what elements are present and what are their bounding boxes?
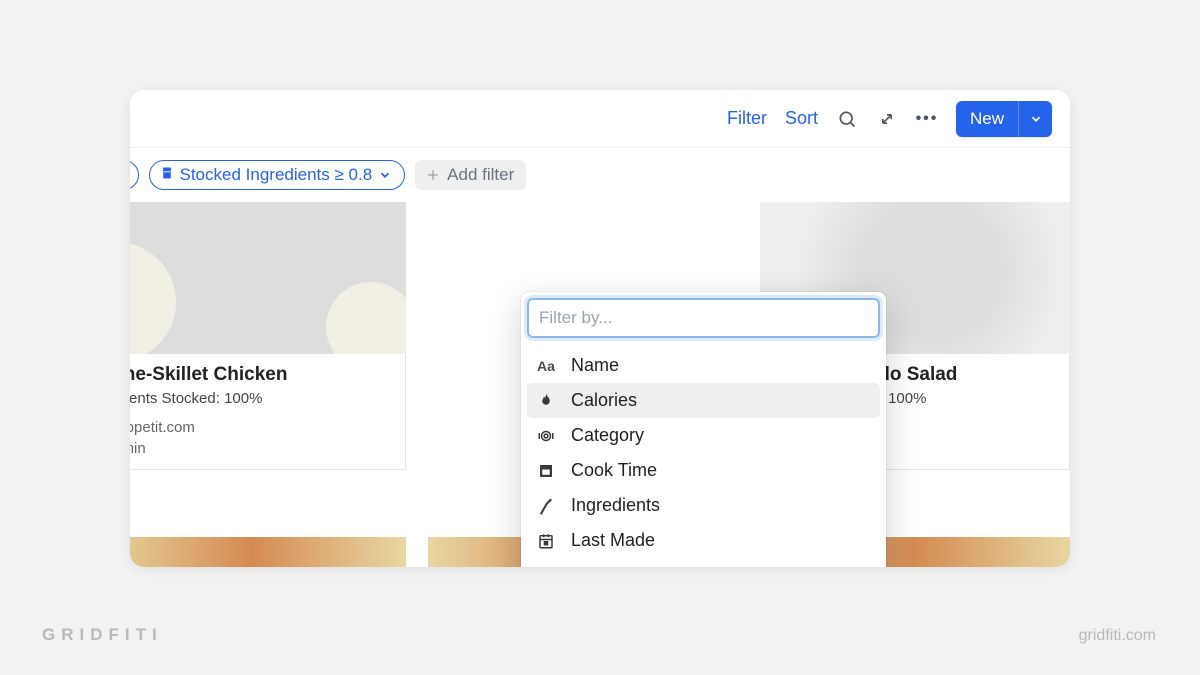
filter-option-label: Calories [571, 390, 637, 411]
recipe-title: One-Skillet Chicken [130, 364, 393, 386]
more-icon[interactable]: ••• [916, 108, 938, 130]
arrow-icon [535, 567, 557, 568]
filter-bar: s Stocked Ingredients ≥ 0.8 Add filter [130, 148, 1070, 202]
filter-option-category[interactable]: Category [527, 418, 880, 453]
plus-icon [425, 167, 441, 183]
expand-icon[interactable] [876, 108, 898, 130]
filter-option-label: Meal Plan [571, 565, 651, 567]
recipe-card[interactable]: One-Skillet Chicken edients Stocked: 100… [130, 202, 406, 472]
calendar-icon [535, 532, 557, 550]
recipe-photo [130, 202, 406, 354]
text-icon: Aa [535, 358, 557, 374]
add-filter-label: Add filter [447, 165, 514, 185]
filter-by-search-input[interactable] [527, 298, 880, 338]
filter-option-meal-plan[interactable]: Meal Plan [527, 558, 880, 567]
filter-option-label: Name [571, 355, 619, 376]
filter-option-label: Cook Time [571, 460, 657, 481]
filter-by-popover: Aa Name Calories Category Cook Time Ingredien… [521, 292, 886, 567]
filter-option-label: Category [571, 425, 644, 446]
filter-option-ingredients[interactable]: Ingredients [527, 488, 880, 523]
filter-option-cook-time[interactable]: Cook Time [527, 453, 880, 488]
filter-option-last-made[interactable]: Last Made [527, 523, 880, 558]
filter-option-label: Ingredients [571, 495, 660, 516]
search-icon[interactable] [836, 108, 858, 130]
filter-chip-stocked-ingredients[interactable]: Stocked Ingredients ≥ 0.8 [149, 160, 406, 190]
recipe-stocked: edients Stocked: 100% [130, 390, 393, 407]
filter-option-label: Last Made [571, 530, 655, 551]
toolbar: Filter Sort ••• New [130, 90, 1070, 148]
fire-icon [535, 392, 557, 410]
carrot-icon [535, 497, 557, 515]
new-button-label: New [956, 109, 1018, 129]
plate-icon [535, 427, 557, 445]
chevron-down-icon [378, 168, 392, 182]
fridge-icon [160, 165, 174, 185]
oven-icon [535, 462, 557, 480]
recipe-source: nappetit.com [130, 419, 393, 436]
new-button[interactable]: New [956, 101, 1052, 137]
watermark-url: gridfiti.com [1079, 627, 1156, 645]
app-window: Filter Sort ••• New s Stocked Ingredient… [130, 90, 1070, 567]
add-filter-button[interactable]: Add filter [415, 160, 526, 190]
watermark-logo: GRIDFITI [42, 625, 163, 645]
filter-option-name[interactable]: Aa Name [527, 348, 880, 383]
filter-link[interactable]: Filter [727, 108, 767, 129]
recipe-card-body: One-Skillet Chicken edients Stocked: 100… [130, 354, 406, 470]
filter-by-list: Aa Name Calories Category Cook Time Ingredien… [527, 348, 880, 567]
filter-chip-partial[interactable]: s [130, 160, 139, 190]
new-button-chevron[interactable] [1018, 101, 1052, 137]
sort-link[interactable]: Sort [785, 108, 818, 129]
filter-option-calories[interactable]: Calories [527, 383, 880, 418]
filter-chip-label: Stocked Ingredients ≥ 0.8 [180, 165, 373, 185]
recipe-time: 0 min [130, 440, 393, 457]
